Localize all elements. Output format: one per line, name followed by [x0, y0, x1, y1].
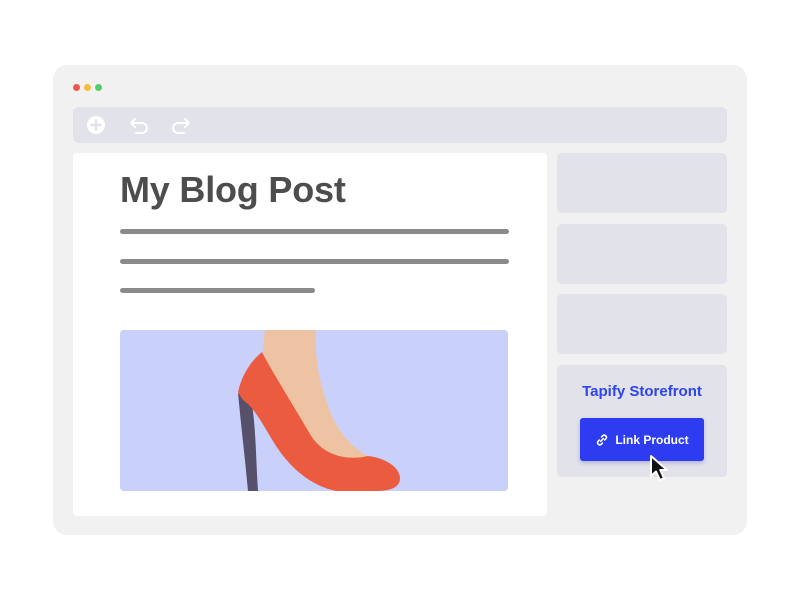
post-image[interactable]: [120, 330, 508, 491]
tapify-storefront-panel: Tapify Storefront Link Product: [557, 365, 727, 477]
app-window: My Blog Post Tapify Storefront Link Prod…: [53, 65, 747, 535]
plus-circle-icon: [87, 116, 105, 134]
window-minimize-control[interactable]: [84, 84, 91, 91]
undo-button[interactable]: [128, 114, 150, 136]
post-title[interactable]: My Blog Post: [120, 169, 346, 211]
link-product-label: Link Product: [615, 432, 689, 447]
text-placeholder-line: [120, 259, 509, 264]
arrow-pointer-icon: [645, 452, 673, 484]
storefront-title: Tapify Storefront: [582, 383, 702, 400]
text-placeholder-line: [120, 229, 509, 234]
undo-icon: [130, 118, 148, 134]
blog-editor-canvas[interactable]: My Blog Post: [73, 153, 547, 516]
link-icon: [597, 433, 608, 446]
sidebar-panel: [557, 153, 727, 213]
window-maximize-control[interactable]: [95, 84, 102, 91]
link-product-button[interactable]: Link Product: [580, 418, 704, 461]
sidebar-panel: [557, 294, 727, 354]
high-heel-shoe-illustration: [120, 330, 508, 491]
sidebar-panel: [557, 224, 727, 284]
editor-toolbar: [73, 107, 727, 143]
text-placeholder-line: [120, 288, 315, 293]
window-close-control[interactable]: [73, 84, 80, 91]
add-block-button[interactable]: [85, 114, 107, 136]
redo-button[interactable]: [170, 114, 192, 136]
redo-icon: [172, 118, 190, 134]
